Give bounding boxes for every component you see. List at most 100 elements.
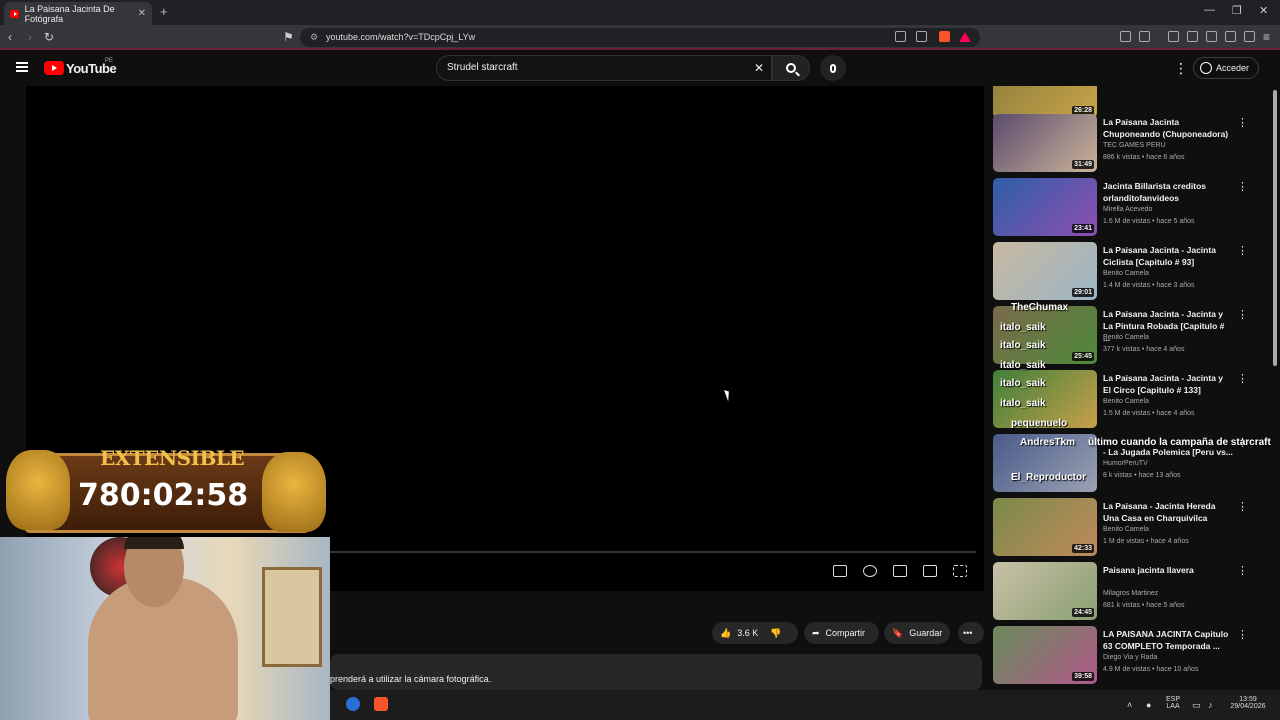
description-box[interactable]: prenderá a utilizar la cámara fotográfic…	[330, 654, 982, 690]
vpn-icon[interactable]	[1244, 31, 1255, 42]
recommendation-title[interactable]: La Paisana Jacinta Chuponeando (Chuponea…	[1103, 116, 1233, 140]
youtube-logo-icon[interactable]	[44, 61, 64, 75]
recommendation-item[interactable]: 42:33 La Paisana - Jacinta Hereda Una Cas…	[993, 498, 1269, 558]
recommendation-title[interactable]: La Paisana Jacinta - Jacinta y El Circo …	[1103, 372, 1233, 396]
search-button[interactable]	[772, 55, 810, 81]
more-actions-button[interactable]: •••	[958, 622, 984, 644]
clock[interactable]: 13:59 29/04/2026	[1226, 696, 1270, 710]
wallet-icon[interactable]	[1139, 31, 1150, 42]
recommendation-thumbnail[interactable]: 31:49	[993, 114, 1097, 172]
recommendation-thumbnail[interactable]: 25:45	[993, 306, 1097, 364]
window-close-icon[interactable]: ✕	[1259, 4, 1268, 17]
volume-icon[interactable]: ♪	[1208, 700, 1213, 710]
leo-icon[interactable]	[1225, 31, 1236, 42]
recommendation-more-icon[interactable]: ⋮	[1237, 244, 1248, 257]
recommendation-title[interactable]: Paisana jacinta llavera	[1103, 564, 1233, 576]
taskbar-app-icon[interactable]	[346, 697, 360, 711]
browser-tab[interactable]: La Paisana Jacinta De Fotógrafa ✕	[4, 2, 152, 25]
recommendation-channel[interactable]: Mirella Acevedo	[1103, 206, 1152, 213]
brave-taskbar-icon[interactable]	[374, 697, 388, 711]
recommendation-title[interactable]: La Paisana - Jacinta Hereda Una Casa en …	[1103, 500, 1233, 524]
settings-more-icon[interactable]: ⋮	[1174, 60, 1188, 77]
share-label: Compartir	[825, 628, 866, 638]
tab-close-icon[interactable]: ✕	[138, 8, 146, 19]
dislike-icon[interactable]: 👎	[770, 628, 781, 639]
tray-chevron-icon[interactable]: ˄	[1127, 700, 1132, 710]
share-button[interactable]: ➦ Compartir	[804, 622, 879, 644]
new-tab-button[interactable]: +	[160, 4, 168, 19]
recommendation-item[interactable]: 29:01 La Paisana Jacinta - Jacinta Ciclis…	[993, 242, 1269, 302]
back-icon[interactable]: ‹	[8, 30, 12, 44]
like-count[interactable]: 3.6 K	[737, 628, 758, 638]
voice-search-button[interactable]	[820, 55, 846, 81]
recommendation-channel[interactable]: Benito Camela	[1103, 270, 1149, 277]
recommendation-item[interactable]: 31:49 La Paisana Jacinta Chuponeando (Chu…	[993, 114, 1269, 174]
cast-icon[interactable]	[895, 31, 906, 42]
recommendation-item[interactable]: 23:41 Jacinta Billarista creditos orlandi…	[993, 178, 1269, 238]
description-text: prenderá a utilizar la cámara fotográfic…	[330, 674, 492, 684]
scrollbar-thumb[interactable]	[1273, 90, 1277, 366]
maximize-icon[interactable]: ❐	[1232, 4, 1242, 17]
cast-player-icon[interactable]	[923, 565, 937, 577]
recommendation-title[interactable]: La Paisana Jacinta - Jacinta Ciclista [C…	[1103, 244, 1233, 268]
recommendation-more-icon[interactable]: ⋮	[1237, 372, 1248, 385]
media-icon[interactable]	[1168, 31, 1179, 42]
webcam-feed	[0, 537, 330, 720]
bookmark-icon[interactable]: ⚑	[283, 30, 294, 44]
clock-date: 29/04/2026	[1230, 703, 1266, 710]
like-icon[interactable]: 👍	[720, 628, 731, 639]
recommendation-title[interactable]: Jacinta Billarista creditos orlanditofan…	[1103, 180, 1233, 204]
reload-icon[interactable]: ↻	[44, 30, 54, 44]
recommendation-channel[interactable]: HumorPeruTV	[1103, 460, 1148, 467]
recommendation-thumbnail[interactable]: 29:01	[993, 242, 1097, 300]
recommendation-more-icon[interactable]: ⋮	[1237, 628, 1248, 641]
minimize-icon[interactable]: —	[1204, 4, 1215, 16]
language-indicator[interactable]: ESP LAA	[1166, 696, 1180, 710]
recommendation-channel[interactable]: Diego Via y Rada	[1103, 654, 1157, 661]
site-info-icon[interactable]: ⚙	[310, 28, 318, 47]
recommendation-channel[interactable]: Milagros Martinez	[1103, 590, 1158, 597]
sidebar-icon[interactable]	[1187, 31, 1198, 42]
reader-icon[interactable]	[1206, 31, 1217, 42]
extensions-icon[interactable]	[1120, 31, 1131, 42]
duration-badge: 23:41	[1072, 224, 1094, 233]
stream-marquee: último cuando la campaña de starcraft	[1088, 437, 1271, 448]
progress-bar[interactable]	[330, 551, 976, 553]
sign-in-button[interactable]: Acceder	[1193, 57, 1259, 79]
menu-icon[interactable]: ≡	[1263, 30, 1270, 44]
recommendation-thumbnail[interactable]: 23:41	[993, 178, 1097, 236]
recommendation-channel[interactable]: TEC GAMES PERU	[1103, 142, 1166, 149]
address-bar[interactable]: ⚙ youtube.com/watch?v=TDcpCpj_LYw	[300, 28, 980, 47]
settings-gear-icon[interactable]	[863, 565, 877, 577]
recommendation-channel[interactable]: Benito Camela	[1103, 334, 1149, 341]
guide-menu-icon[interactable]	[16, 62, 28, 72]
fullscreen-icon[interactable]	[953, 565, 967, 577]
streamer-hair	[124, 537, 184, 549]
recommendation-item[interactable]: 24:45 Paisana jacinta llavera Milagros Mar…	[993, 562, 1269, 622]
recommendation-thumbnail[interactable]: 42:33	[993, 498, 1097, 556]
brave-shield-icon[interactable]	[939, 31, 950, 42]
mic-tray-icon[interactable]: ●	[1146, 700, 1151, 710]
recommendation-channel[interactable]: Benito Camela	[1103, 526, 1149, 533]
recommendation-more-icon[interactable]: ⋮	[1237, 180, 1248, 193]
recommendation-more-icon[interactable]: ⋮	[1237, 308, 1248, 321]
save-button[interactable]: 🔖 Guardar	[884, 622, 950, 644]
recommendation-channel[interactable]: Benito Camela	[1103, 398, 1149, 405]
mic-icon	[830, 63, 836, 73]
recommendation-more-icon[interactable]: ⋮	[1237, 500, 1248, 513]
search-input[interactable]: Strudel starcraft	[436, 55, 772, 81]
clear-search-icon[interactable]: ✕	[754, 61, 764, 75]
recommendation-title[interactable]: LA PAISANA JACINTA Capitulo 63 COMPLETO …	[1103, 628, 1233, 652]
recommendation-item[interactable]: 39:58 LA PAISANA JACINTA Capitulo 63 COMP…	[993, 626, 1269, 686]
recommendation-item[interactable]: 25:45 La Paisana Jacinta - Jacinta y La P…	[993, 306, 1269, 366]
recommendation-thumbnail[interactable]: 24:45	[993, 562, 1097, 620]
forward-icon[interactable]: ›	[28, 30, 32, 44]
theater-mode-icon[interactable]	[893, 565, 907, 577]
recommendation-more-icon[interactable]: ⋮	[1237, 116, 1248, 129]
share-icon[interactable]	[916, 31, 927, 42]
recommendation-thumbnail[interactable]: 39:58	[993, 626, 1097, 684]
subtitles-icon[interactable]	[833, 565, 847, 577]
network-icon[interactable]: ▭	[1192, 700, 1201, 711]
recommendation-more-icon[interactable]: ⋮	[1237, 564, 1248, 577]
brave-rewards-icon[interactable]	[959, 32, 971, 42]
